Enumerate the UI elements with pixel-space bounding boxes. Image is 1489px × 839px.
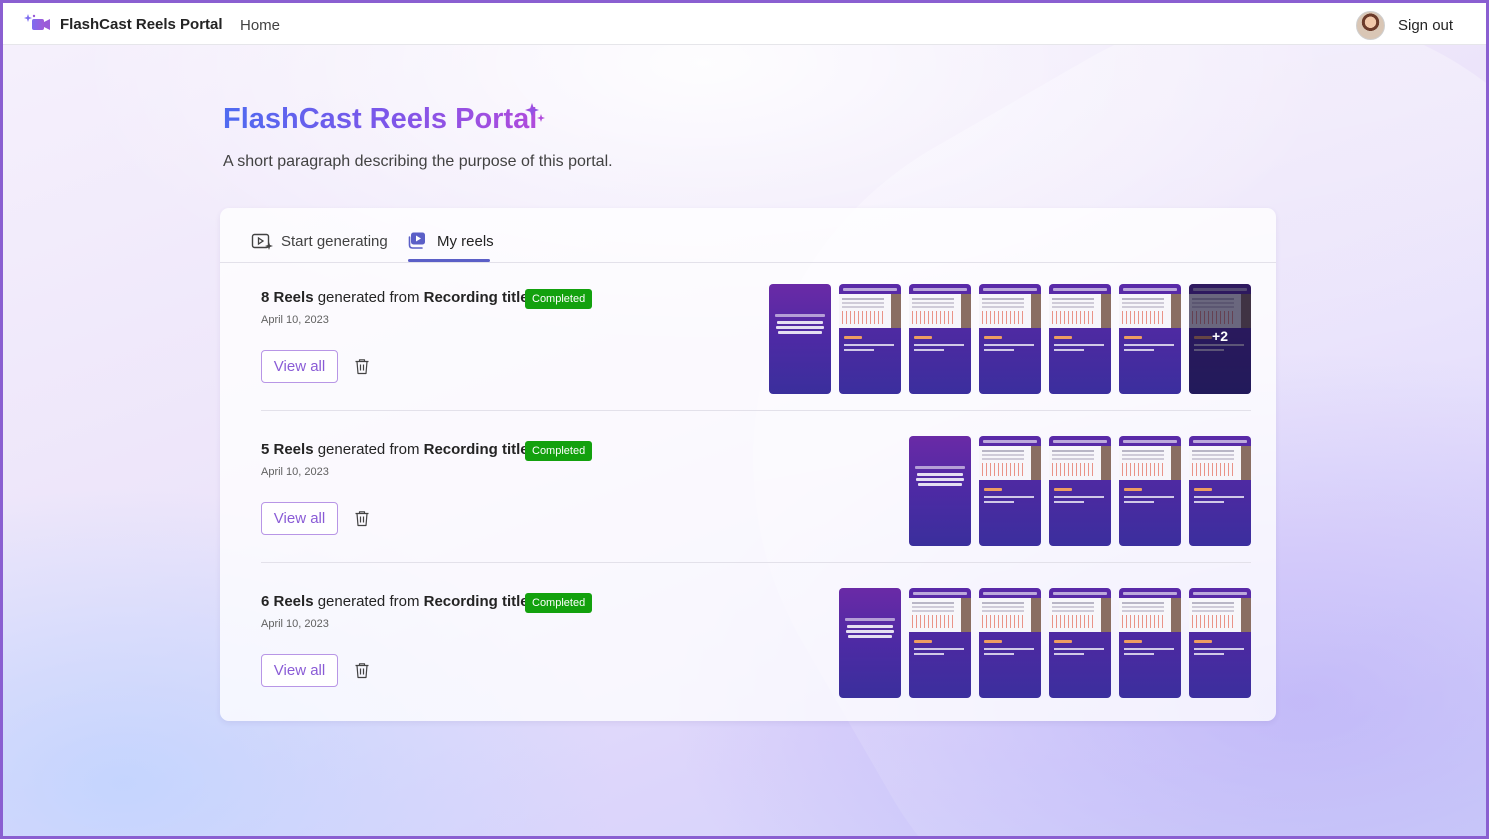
top-bar: FlashCast Reels Portal Home Sign out — [3, 3, 1486, 45]
reel-thumbnail[interactable] — [839, 588, 901, 698]
sparkle-icon — [525, 103, 545, 122]
reel-title-middle: generated from — [313, 289, 424, 306]
reel-row-title: 5 Reels generated from Recording title — [261, 441, 529, 458]
more-count: +2 — [1189, 284, 1251, 394]
reel-thumbnail[interactable] — [909, 588, 971, 698]
reel-thumbnail-more[interactable]: +2 — [1189, 284, 1251, 394]
reel-date: April 10, 2023 — [261, 314, 329, 326]
page-description: A short paragraph describing the purpose… — [223, 153, 613, 170]
reel-thumbnail[interactable] — [909, 284, 971, 394]
reel-date: April 10, 2023 — [261, 618, 329, 630]
delete-icon[interactable] — [354, 510, 370, 527]
reel-count: 5 Reels — [261, 441, 314, 458]
app-name: FlashCast Reels Portal — [60, 16, 223, 33]
reel-title-middle: generated from — [313, 441, 424, 458]
reel-thumbnail[interactable] — [1119, 436, 1181, 546]
reel-thumbnail[interactable] — [1119, 284, 1181, 394]
status-badge: Completed — [525, 289, 593, 309]
status-badge: Completed — [525, 593, 593, 613]
tab-start-label: Start generating — [281, 232, 388, 250]
view-all-button[interactable]: View all — [261, 654, 338, 687]
reel-thumbnail[interactable] — [1189, 436, 1251, 546]
view-all-button[interactable]: View all — [261, 502, 338, 535]
reel-thumbnails — [909, 436, 1251, 546]
recording-title: Recording title — [423, 289, 529, 306]
reel-date: April 10, 2023 — [261, 466, 329, 478]
reel-count: 8 Reels — [261, 289, 314, 306]
reel-thumbnail[interactable] — [979, 588, 1041, 698]
tab-my-reels[interactable]: My reels — [407, 231, 494, 251]
reel-thumbnails — [839, 588, 1251, 698]
reel-thumbnail[interactable] — [839, 284, 901, 394]
reel-row-title: 8 Reels generated from Recording title — [261, 289, 529, 306]
user-avatar[interactable] — [1356, 11, 1385, 40]
reels-panel: Start generating My reels 8 Reels genera… — [220, 208, 1276, 721]
reel-row-title: 6 Reels generated from Recording title — [261, 593, 529, 610]
reel-thumbnail[interactable] — [769, 284, 831, 394]
active-tab-indicator — [408, 259, 490, 262]
sign-out-link[interactable]: Sign out — [1398, 17, 1453, 34]
reel-thumbnail[interactable] — [1049, 436, 1111, 546]
recording-title: Recording title — [423, 593, 529, 610]
reel-thumbnail[interactable] — [1119, 588, 1181, 698]
tab-reels-label: My reels — [437, 232, 494, 250]
video-play-icon — [408, 232, 425, 249]
reel-row: 8 Reels generated from Recording title C… — [261, 284, 1251, 436]
reel-thumbnail[interactable] — [979, 436, 1041, 546]
delete-icon[interactable] — [354, 662, 370, 679]
page-title: FlashCast Reels Portal — [223, 103, 538, 135]
app-window: FlashCast Reels Portal Home Sign out Fla… — [0, 0, 1489, 839]
reel-thumbnails: +2 — [769, 284, 1251, 394]
reel-thumbnail[interactable] — [1189, 588, 1251, 698]
delete-icon[interactable] — [354, 358, 370, 375]
reel-thumbnail[interactable] — [1049, 284, 1111, 394]
reel-title-middle: generated from — [313, 593, 424, 610]
reel-thumbnail[interactable] — [979, 284, 1041, 394]
tab-start-generating[interactable]: Start generating — [251, 231, 388, 251]
reel-thumbnail[interactable] — [909, 436, 971, 546]
status-badge: Completed — [525, 441, 593, 461]
row-divider — [261, 410, 1251, 411]
video-sparkle-icon — [251, 233, 273, 250]
recording-title: Recording title — [423, 441, 529, 458]
view-all-button[interactable]: View all — [261, 350, 338, 383]
row-divider — [261, 562, 1251, 563]
reel-count: 6 Reels — [261, 593, 314, 610]
nav-home-link[interactable]: Home — [240, 17, 280, 34]
reel-row: 6 Reels generated from Recording title C… — [261, 588, 1251, 740]
reel-row: 5 Reels generated from Recording title C… — [261, 436, 1251, 588]
tab-bar: Start generating My reels — [220, 208, 1276, 263]
reel-thumbnail[interactable] — [1049, 588, 1111, 698]
video-sparkle-logo-icon — [24, 14, 50, 30]
